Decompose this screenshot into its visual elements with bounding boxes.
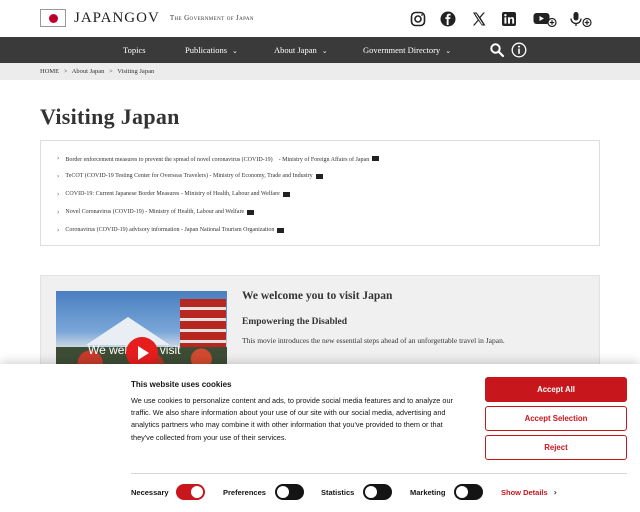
- accept-all-button[interactable]: Accept All: [485, 377, 627, 402]
- nav-item-topics[interactable]: Topics: [123, 37, 146, 63]
- external-link-icon: [315, 173, 323, 179]
- external-link-icon: [372, 155, 380, 161]
- reject-button[interactable]: Reject: [485, 435, 627, 460]
- link-text: Border enforcement measures to prevent t…: [65, 156, 370, 163]
- chevron-right-icon: ›: [57, 208, 60, 216]
- youtube-add-icon[interactable]: [533, 10, 557, 28]
- logo-text: JAPANGOV: [74, 9, 160, 26]
- external-link-icon: [247, 209, 255, 215]
- list-item[interactable]: › Border enforcement measures to prevent…: [57, 153, 380, 163]
- site-logo[interactable]: JAPANGOV The Government of Japan: [40, 9, 254, 27]
- external-link-icon: [277, 227, 285, 233]
- nav-item-label: About Japan: [274, 45, 317, 55]
- chevron-down-icon: ⌄: [321, 47, 328, 55]
- show-details-label: Show Details: [501, 488, 548, 497]
- info-icon[interactable]: [511, 42, 527, 58]
- nav-item-label: Publications: [185, 45, 228, 55]
- toggle-label-marketing: Marketing: [410, 488, 446, 497]
- logo-subtext: The Government of Japan: [169, 14, 254, 22]
- link-text: Coronavirus (COVID-19) advisory informat…: [65, 227, 275, 233]
- breadcrumb-separator: >: [109, 68, 113, 75]
- toggle-label-necessary: Necessary: [131, 488, 169, 497]
- list-item[interactable]: › Coronavirus (COVID-19) advisory inform…: [57, 225, 285, 235]
- podcast-add-icon[interactable]: [568, 10, 592, 28]
- chevron-right-icon: ›: [553, 488, 557, 497]
- nav-item-about-japan[interactable]: About Japan ⌄: [274, 37, 328, 63]
- chevron-right-icon: ›: [57, 172, 60, 180]
- feature-subtitle: Empowering the Disabled: [242, 317, 348, 327]
- list-item[interactable]: › Novel Coronavirus (COVID-19) - Ministr…: [57, 207, 255, 217]
- breadcrumb: HOME > About Japan > Visiting Japan: [0, 63, 640, 80]
- advisory-links: › Border enforcement measures to prevent…: [40, 140, 600, 246]
- nav-item-publications[interactable]: Publications ⌄: [185, 37, 238, 63]
- toggle-label-statistics: Statistics: [321, 488, 355, 497]
- chevron-down-icon: ⌄: [445, 47, 452, 55]
- toggle-knob: [456, 486, 468, 498]
- cookie-title: This website uses cookies: [131, 380, 232, 389]
- link-text: Novel Coronavirus (COVID-19) - Ministry …: [65, 209, 245, 215]
- site-header: JAPANGOV The Government of Japan: [0, 0, 640, 37]
- nav-item-label: Government Directory: [363, 45, 441, 55]
- facebook-icon[interactable]: [439, 10, 457, 28]
- cookie-banner: This website uses cookies We use cookies…: [0, 364, 640, 512]
- main-nav: Topics Publications ⌄ About Japan ⌄ Govern…: [0, 37, 640, 63]
- toggle-knob: [365, 486, 377, 498]
- page-title: Visiting Japan: [40, 104, 180, 129]
- nav-item-label: Topics: [123, 45, 146, 55]
- chevron-right-icon: ›: [57, 226, 60, 234]
- accept-selection-button[interactable]: Accept Selection: [485, 406, 627, 431]
- instagram-icon[interactable]: [409, 10, 427, 28]
- toggle-knob: [191, 486, 203, 498]
- feature-title: We welcome you to visit Japan: [242, 290, 393, 302]
- breadcrumb-about-japan[interactable]: About Japan: [72, 68, 105, 75]
- nav-item-government-directory[interactable]: Government Directory ⌄: [363, 37, 451, 63]
- link-text: COVID-19: Current Japanese Border Measur…: [65, 191, 280, 197]
- breadcrumb-current: Visiting Japan: [117, 68, 155, 75]
- chevron-down-icon: ⌄: [232, 47, 238, 55]
- cookie-text: We use cookies to personalize content an…: [131, 396, 453, 442]
- list-item[interactable]: › TeCOT (COVID-19 Testing Center for Ove…: [57, 171, 323, 181]
- divider: [131, 473, 627, 474]
- breadcrumb-home[interactable]: HOME: [40, 68, 59, 75]
- search-icon[interactable]: [489, 42, 505, 58]
- marketing-toggle[interactable]: [454, 484, 483, 500]
- preferences-toggle[interactable]: [275, 484, 304, 500]
- link-text: TeCOT (COVID-19 Testing Center for Overs…: [65, 173, 313, 179]
- feature-section: We welc u to visit We welcome you to vis…: [40, 275, 600, 381]
- mountain-graphic: [86, 317, 170, 345]
- list-item[interactable]: › COVID-19: Current Japanese Border Meas…: [57, 189, 290, 199]
- japan-flag-icon: [40, 9, 66, 27]
- show-details-link[interactable]: Show Details ›: [501, 488, 557, 497]
- toggle-label-preferences: Preferences: [223, 488, 266, 497]
- chevron-right-icon: ›: [57, 190, 60, 198]
- necessary-toggle[interactable]: [176, 484, 205, 500]
- breadcrumb-separator: >: [63, 68, 68, 75]
- x-icon[interactable]: [470, 10, 488, 28]
- feature-description: This movie introduces the new essential …: [242, 336, 505, 345]
- toggle-knob: [277, 486, 289, 498]
- linkedin-icon[interactable]: [500, 10, 518, 28]
- external-link-icon: [282, 191, 290, 197]
- statistics-toggle[interactable]: [363, 484, 392, 500]
- chevron-right-icon: ›: [57, 154, 60, 162]
